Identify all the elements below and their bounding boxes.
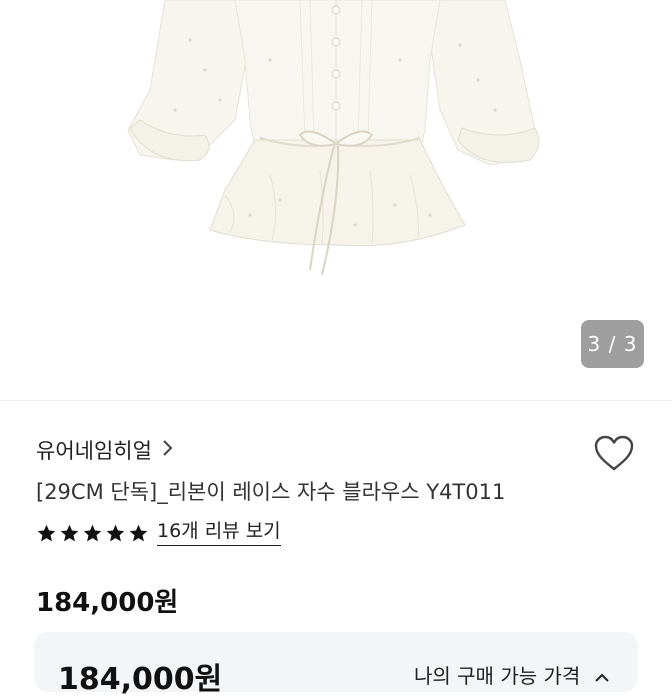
heart-outline-icon (594, 435, 634, 471)
image-counter: 3 / 3 (581, 320, 644, 368)
star-filled-icon (106, 524, 125, 541)
rating-row: 16개 리뷰 보기 (36, 520, 281, 546)
chevron-up-icon (594, 673, 609, 682)
star-filled-icon (83, 524, 102, 541)
product-title: [29CM 단독]_리본이 레이스 자수 블라우스 Y4T011 (36, 480, 506, 504)
star-rating (36, 523, 149, 544)
star-filled-icon (37, 524, 56, 541)
review-link[interactable]: 16개 리뷰 보기 (157, 520, 281, 546)
star-filled-icon (60, 524, 79, 541)
blouse-product-image (127, 0, 540, 276)
price-panel[interactable]: 184,000원 나의 구매 가능 가격 (34, 632, 638, 697)
panel-label-text: 나의 구매 가능 가격 (414, 664, 581, 688)
product-image-gallery[interactable]: 3 / 3 (0, 0, 672, 400)
brand-link[interactable]: 유어네임히얼 (36, 434, 174, 466)
divider (0, 400, 672, 401)
product-price: 184,000원 (36, 588, 179, 618)
star-filled-icon (129, 524, 148, 541)
brand-name: 유어네임히얼 (36, 439, 152, 463)
panel-label: 나의 구매 가능 가격 (414, 660, 609, 689)
panel-price: 184,000원 (58, 662, 223, 697)
wishlist-button[interactable] (592, 432, 636, 476)
chevron-right-icon (162, 439, 174, 462)
